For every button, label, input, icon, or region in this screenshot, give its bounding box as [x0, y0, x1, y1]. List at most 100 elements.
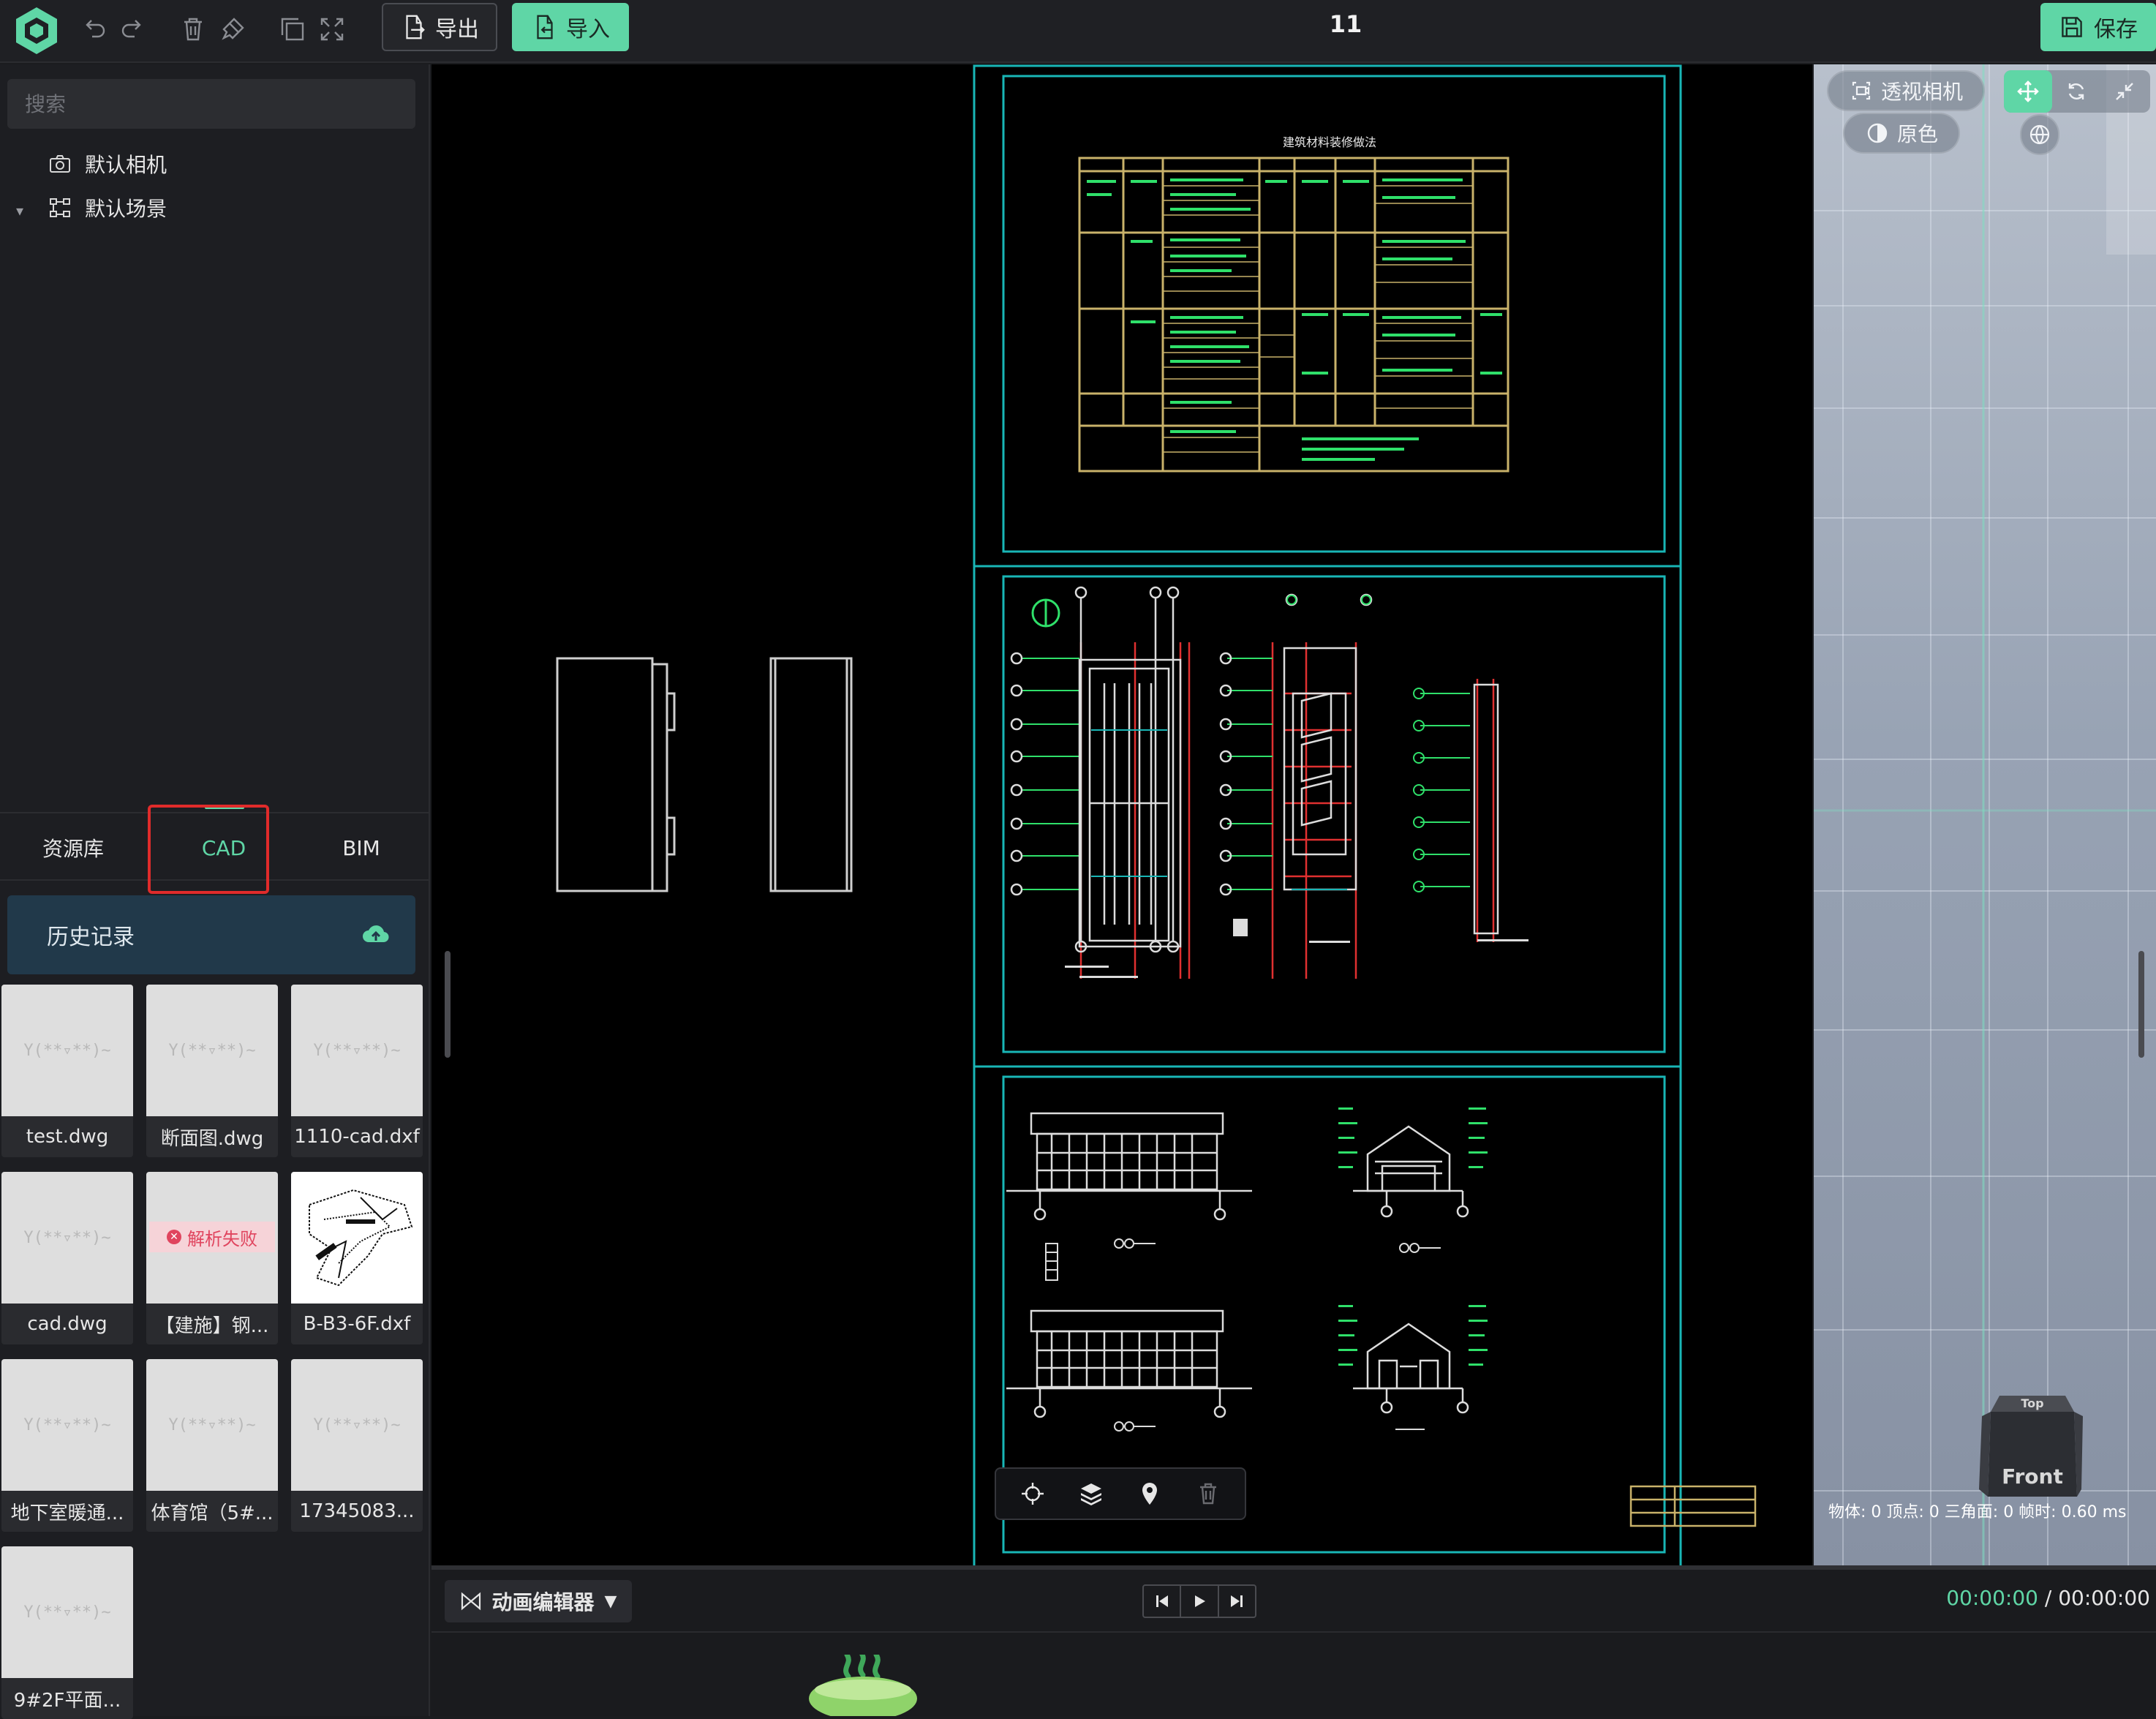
timeline-panel: 动画编辑器 ▼ 00:00:00 / 00:00:00: [431, 1565, 2156, 1716]
search-input[interactable]: [7, 79, 415, 129]
rotate-icon[interactable]: [2052, 70, 2100, 113]
file-name: cad.dwg: [27, 1313, 108, 1335]
tree-item-default-camera[interactable]: 默认相机: [48, 146, 167, 181]
import-button[interactable]: 导入: [512, 3, 629, 51]
file-card[interactable]: Y(**▿**)~ 17345083...: [291, 1359, 423, 1532]
history-header[interactable]: 历史记录: [7, 895, 415, 974]
tree-item-label: 默认相机: [85, 153, 167, 177]
file-thumbnail: Y(**▿**)~: [291, 985, 423, 1116]
tree-item-label: 默认场景: [85, 197, 167, 221]
trash-icon[interactable]: [1194, 1479, 1223, 1508]
file-card[interactable]: ✕ 解析失败 【建施】钢...: [146, 1172, 278, 1344]
viewport-scrollbar[interactable]: [2138, 951, 2144, 1058]
cad-drawing: 建筑材料装修做法: [556, 64, 1757, 1565]
cloud-upload-icon[interactable]: [361, 920, 391, 949]
view-cube[interactable]: Top Front: [1975, 1387, 2084, 1511]
fullscreen-icon[interactable]: [316, 13, 348, 45]
file-name: B-B3-6F.dxf: [303, 1313, 411, 1335]
tab-bim[interactable]: BIM: [288, 813, 434, 882]
world-space-button[interactable]: [2020, 114, 2059, 155]
expand-caret-icon[interactable]: ▾: [16, 202, 31, 219]
transform-toolgroup: [2004, 70, 2150, 113]
globe-icon: [2029, 124, 2050, 145]
app-logo-icon[interactable]: [10, 4, 63, 57]
file-card[interactable]: Y(**▿**)~ 9#2F平面...: [1, 1546, 133, 1719]
file-card[interactable]: B-B3-6F.dxf: [291, 1172, 423, 1344]
cad-canvas[interactable]: 建筑材料装修做法: [431, 64, 1812, 1565]
file-card[interactable]: Y(**▿**)~ 地下室暖通...: [1, 1359, 133, 1532]
file-name: 断面图.dwg: [160, 1127, 264, 1150]
move-icon[interactable]: [2004, 70, 2052, 113]
chevron-down-icon: ▼: [604, 1592, 617, 1611]
scene-icon: [50, 198, 70, 217]
render-stats: 物体: 0 顶点: 0 三角面: 0 帧时: 0.60 ms: [1828, 1503, 2127, 1521]
crosshair-icon[interactable]: [1018, 1479, 1047, 1508]
original-color-button[interactable]: 原色: [1843, 113, 1960, 154]
file-name: 地下室暖通...: [10, 1502, 124, 1524]
file-name: 9#2F平面...: [13, 1689, 121, 1712]
skip-forward-icon[interactable]: [1219, 1586, 1255, 1617]
brush-icon[interactable]: [216, 13, 249, 45]
tree-item-default-scene[interactable]: 默认场景: [48, 190, 167, 225]
file-name: test.dwg: [26, 1126, 109, 1148]
top-toolbar: 导出 导入 11 保存: [0, 0, 2156, 63]
delete-icon[interactable]: [177, 13, 209, 45]
perspective-camera-button[interactable]: 透视相机: [1827, 70, 1985, 111]
original-color-label: 原色: [1896, 122, 1938, 146]
camera-view-icon: [1852, 81, 1871, 100]
layers-icon[interactable]: [1077, 1479, 1106, 1508]
bowtie-icon: [461, 1592, 480, 1611]
file-thumbnail: Y(**▿**)~: [291, 1359, 423, 1491]
export-button[interactable]: 导出: [382, 3, 497, 51]
file-card[interactable]: Y(**▿**)~ 1110-cad.dxf: [291, 985, 423, 1157]
file-name: 【建施】钢...: [155, 1314, 269, 1337]
animation-editor-dropdown[interactable]: 动画编辑器 ▼: [445, 1580, 632, 1622]
elevation-sheet: [1006, 1112, 1463, 1390]
history-label: 历史记录: [47, 925, 135, 950]
file-thumbnail: Y(**▿**)~: [1, 1546, 133, 1678]
file-card[interactable]: Y(**▿**)~ test.dwg: [1, 985, 133, 1157]
file-card[interactable]: Y(**▿**)~ 体育馆（5#...: [146, 1359, 278, 1532]
play-icon[interactable]: [1181, 1586, 1219, 1617]
error-icon: ✕: [167, 1230, 181, 1244]
file-card[interactable]: Y(**▿**)~ 断面图.dwg: [146, 985, 278, 1157]
current-time: 00:00:00: [1946, 1586, 2038, 1610]
save-icon: [2062, 17, 2082, 37]
cube-top-label: Top: [2021, 1396, 2043, 1410]
import-icon: [537, 15, 553, 40]
undo-icon[interactable]: [78, 13, 110, 45]
save-button[interactable]: 保存: [2040, 3, 2156, 51]
playback-controls: [1142, 1584, 1256, 1618]
timeline-toolbar: 动画编辑器 ▼ 00:00:00 / 00:00:00: [431, 1570, 2156, 1633]
file-thumbnail: Y(**▿**)~: [1, 1172, 133, 1304]
material-table: [1078, 157, 1509, 473]
scale-icon[interactable]: [2100, 70, 2149, 113]
file-thumbnail: [291, 1172, 423, 1304]
time-display: 00:00:00 / 00:00:00: [1938, 1586, 2150, 1610]
skip-back-icon[interactable]: [1144, 1586, 1182, 1617]
canvas-scrollbar[interactable]: [445, 951, 451, 1058]
file-name: 17345083...: [299, 1500, 415, 1522]
file-thumbnail: Y(**▿**)~: [1, 1359, 133, 1491]
file-thumbnail: Y(**▿**)~: [146, 1359, 278, 1491]
floor-plan-sheet: [1010, 586, 1529, 979]
copy-icon[interactable]: [276, 13, 309, 45]
tab-asset-library[interactable]: 资源库: [0, 813, 146, 882]
export-label: 导出: [435, 17, 479, 42]
contrast-icon: [1867, 123, 1888, 143]
file-thumbnail: Y(**▿**)~: [146, 985, 278, 1116]
canvas-floating-toolbar: [995, 1467, 1246, 1520]
file-card[interactable]: Y(**▿**)~ cad.dwg: [1, 1172, 133, 1344]
title-block: [1629, 1485, 1757, 1527]
highlight-box: [148, 805, 269, 894]
import-label: 导入: [566, 17, 610, 42]
tab-label: 资源库: [42, 837, 104, 861]
cube-front-label: Front: [2002, 1464, 2063, 1489]
file-thumbnail: Y(**▿**)~: [1, 985, 133, 1116]
export-icon: [406, 15, 425, 40]
3d-viewport[interactable]: Top Front: [1814, 64, 2156, 1565]
animation-editor-label: 动画编辑器: [491, 1590, 595, 1614]
location-pin-icon[interactable]: [1135, 1479, 1164, 1508]
file-name: 体育馆（5#...: [151, 1502, 274, 1524]
redo-icon[interactable]: [117, 13, 149, 45]
